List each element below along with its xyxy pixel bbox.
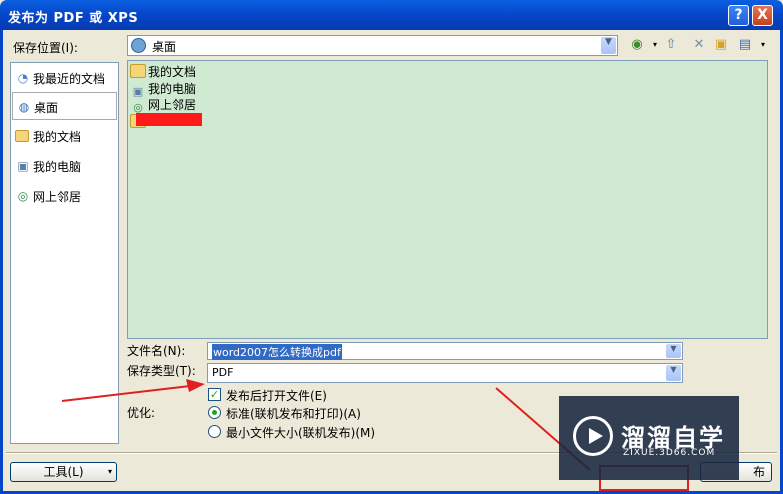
watermark-subtitle: ZIXUE.3D66.COM — [623, 448, 716, 458]
watermark: 溜溜自学 ZIXUE.3D66.COM — [559, 396, 739, 480]
play-logo-icon — [573, 416, 613, 456]
annotation-arrow-left — [61, 379, 205, 402]
